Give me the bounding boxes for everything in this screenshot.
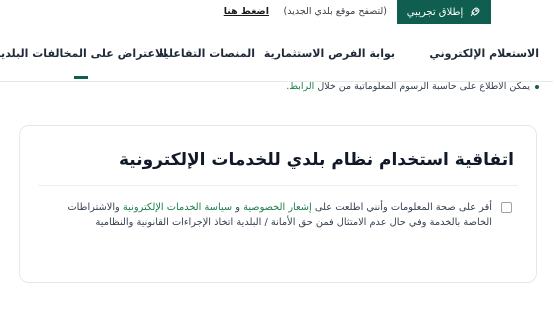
nav-item-investment-portal[interactable]: بوابة الفرص الاستثمارية (265, 47, 396, 60)
fees-calculator-link[interactable]: الرابط. (287, 81, 315, 92)
agreement-card: اتفاقية استخدام نظام بلدي للخدمات الإلكت… (20, 125, 538, 283)
eservices-policy-link[interactable]: سياسة الخدمات الإلكترونية (124, 202, 233, 213)
bullet-dot (536, 84, 540, 89)
main-nav: الاستعلام الإلكتروني بوابة الفرص الاستثم… (0, 26, 554, 82)
nav-item-electronic-inquiry[interactable]: الاستعلام الإلكتروني (430, 47, 540, 60)
top-banner: إطلاق تجريبي (لتصفح موقع بلدي الجديد) اض… (0, 0, 554, 26)
agreement-text: أقر على صحة المعلومات وأنني اطلعت على إش… (43, 200, 493, 230)
agreement-checkbox[interactable] (502, 202, 513, 213)
divider (39, 185, 519, 186)
agreement-title: اتفاقية استخدام نظام بلدي للخدمات الإلكت… (119, 150, 515, 170)
nav-item-violations-objection[interactable]: الاعتراض على المخالفات البلدية (0, 47, 168, 60)
beta-note: (لتصفح موقع بلدي الجديد) (284, 6, 389, 17)
agreement-text-part-1: أقر على صحة المعلومات وأنني اطلعت على (315, 202, 493, 213)
fees-calculator-notice: يمكن الاطلاع على حاسبة الرسوم المعلوماتي… (287, 81, 540, 92)
beta-launch-label: إطلاق تجريبي (407, 6, 465, 18)
rocket-icon (472, 7, 481, 16)
nav-item-interactive-platforms[interactable]: المنصات التفاعلية (159, 47, 256, 60)
agreement-and: و (236, 202, 241, 213)
click-here-link[interactable]: اضغط هنا (225, 6, 270, 17)
notice-text: يمكن الاطلاع على حاسبة الرسوم المعلوماتي… (318, 81, 531, 92)
beta-launch-badge[interactable]: إطلاق تجريبي (398, 0, 492, 24)
privacy-notice-link[interactable]: إشعار الخصوصية (244, 202, 313, 213)
